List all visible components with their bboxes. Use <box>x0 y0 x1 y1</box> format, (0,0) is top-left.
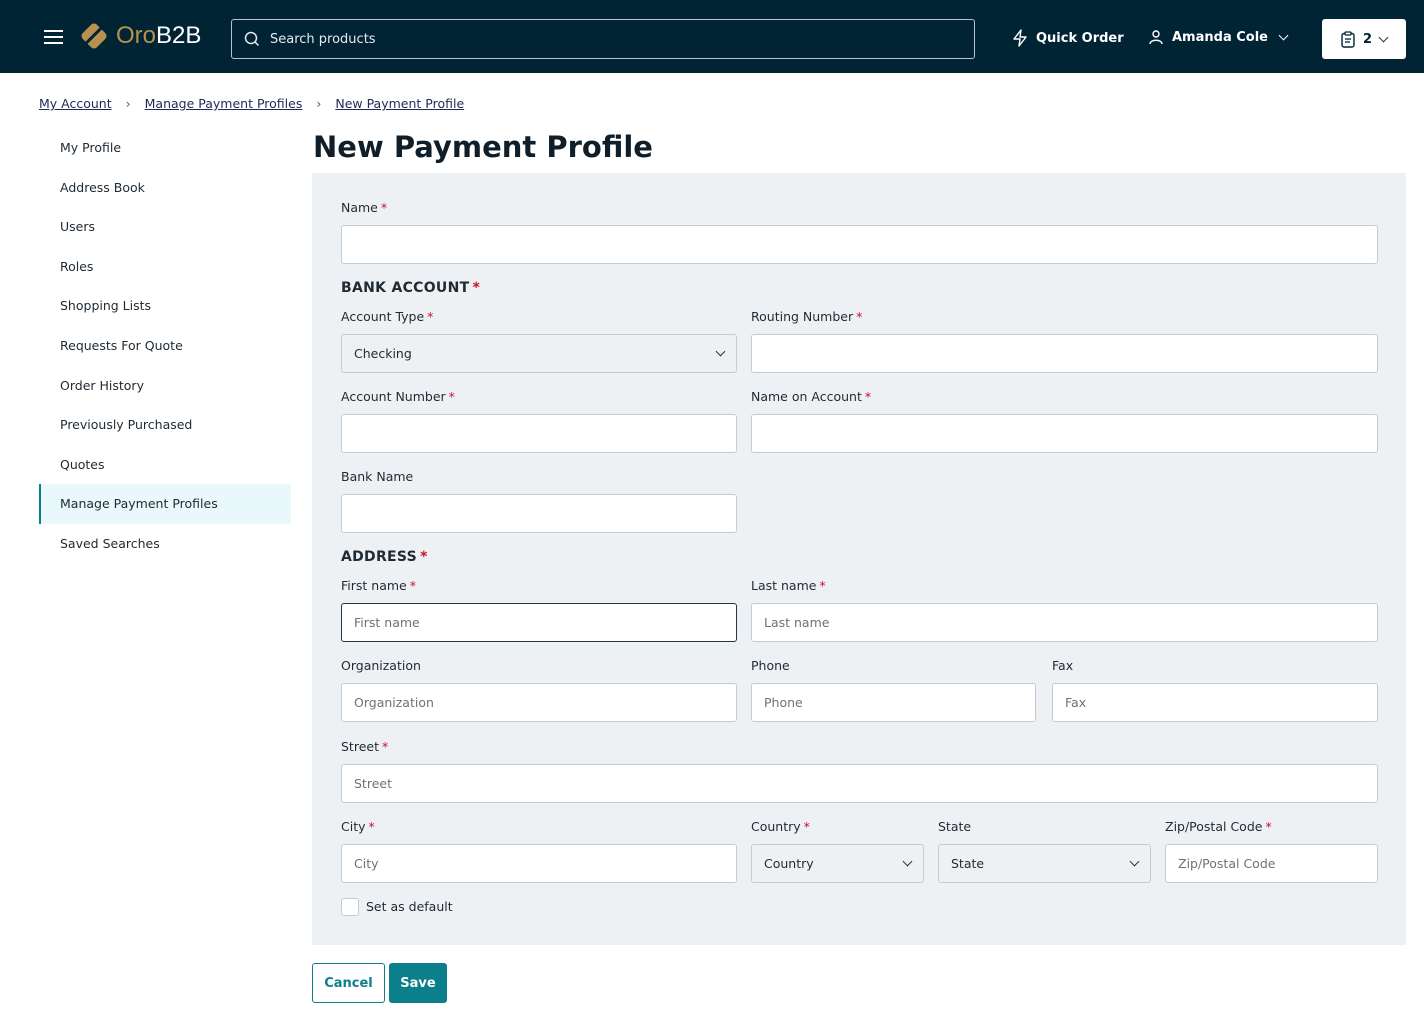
chevron-right-icon: › <box>125 96 131 111</box>
logo-mark-icon <box>79 21 109 51</box>
user-name: Amanda Cole <box>1172 29 1268 45</box>
logo-text-oro: Oro <box>116 22 157 49</box>
street-input[interactable]: Street <box>341 764 1378 803</box>
sidebar-item-roles[interactable]: Roles <box>39 247 291 287</box>
sidebar-item-order-history[interactable]: Order History <box>39 366 291 406</box>
chevron-down-icon <box>1129 856 1140 867</box>
sidebar-item-users[interactable]: Users <box>39 207 291 247</box>
sidebar: My Profile Address Book Users Roles Shop… <box>39 128 291 564</box>
sidebar-item-my-profile[interactable]: My Profile <box>39 128 291 168</box>
chevron-down-icon <box>1278 30 1289 40</box>
account-number-label: Account Number * <box>341 389 455 404</box>
phone-label: Phone <box>751 658 790 673</box>
country-label: Country * <box>751 819 810 834</box>
city-input[interactable]: City <box>341 844 737 883</box>
set-default-checkbox[interactable] <box>341 898 359 916</box>
bank-name-label: Bank Name <box>341 469 414 484</box>
sidebar-item-address-book[interactable]: Address Book <box>39 168 291 208</box>
user-icon <box>1149 30 1163 45</box>
bank-account-heading: BANK ACCOUNT * <box>341 280 481 296</box>
organization-label: Organization <box>341 658 421 673</box>
quick-order-label: Quick Order <box>1036 30 1124 46</box>
shopping-list-button[interactable]: 2 <box>1322 19 1406 59</box>
name-on-account-label: Name on Account * <box>751 389 872 404</box>
chevron-down-icon <box>1378 32 1389 42</box>
cart-count: 2 <box>1362 31 1373 47</box>
name-input[interactable] <box>341 225 1378 264</box>
cancel-button[interactable]: Cancel <box>312 963 385 1003</box>
breadcrumb-my-account[interactable]: My Account <box>39 96 112 111</box>
first-name-label: First name * <box>341 578 416 593</box>
account-type-select[interactable]: Checking <box>341 334 737 373</box>
sidebar-item-saved-searches[interactable]: Saved Searches <box>39 524 291 564</box>
bank-name-input[interactable] <box>341 494 737 533</box>
street-label: Street * <box>341 739 389 754</box>
name-on-account-input[interactable] <box>751 414 1378 453</box>
search-icon <box>244 31 260 47</box>
logo[interactable]: Oro B2B <box>79 21 202 51</box>
sidebar-item-manage-payment-profiles[interactable]: Manage Payment Profiles <box>39 484 291 524</box>
breadcrumb: My Account › Manage Payment Profiles › New… <box>39 96 464 111</box>
routing-number-label: Routing Number * <box>751 309 863 324</box>
sidebar-item-requests-for-quote[interactable]: Requests For Quote <box>39 326 291 366</box>
name-label: Name * <box>341 200 388 215</box>
logo-text-b2b: B2B <box>156 22 202 49</box>
account-number-input[interactable] <box>341 414 737 453</box>
sidebar-item-shopping-lists[interactable]: Shopping Lists <box>39 286 291 326</box>
fax-label: Fax <box>1052 658 1074 673</box>
chevron-down-icon <box>902 856 913 867</box>
top-header: Oro B2B Search products Quick Order Amand… <box>0 0 1424 73</box>
state-label: State <box>938 819 972 834</box>
quick-order-link[interactable]: Quick Order <box>1012 29 1124 47</box>
search-placeholder: Search products <box>270 31 376 47</box>
breadcrumb-manage-payment-profiles[interactable]: Manage Payment Profiles <box>145 96 303 111</box>
sidebar-item-quotes[interactable]: Quotes <box>39 445 291 485</box>
first-name-input[interactable]: First name <box>341 603 737 642</box>
page-title: New Payment Profile <box>313 130 653 164</box>
city-label: City * <box>341 819 375 834</box>
user-menu[interactable]: Amanda Cole <box>1148 29 1289 45</box>
search-input[interactable]: Search products <box>231 19 975 59</box>
country-select[interactable]: Country <box>751 844 924 883</box>
sidebar-item-previously-purchased[interactable]: Previously Purchased <box>39 405 291 445</box>
zip-label: Zip/Postal Code * <box>1165 819 1272 834</box>
menu-icon[interactable] <box>44 30 63 44</box>
last-name-input[interactable]: Last name <box>751 603 1378 642</box>
state-select[interactable]: State <box>938 844 1151 883</box>
clipboard-icon <box>1341 30 1355 48</box>
zip-input[interactable]: Zip/Postal Code <box>1165 844 1378 883</box>
routing-number-input[interactable] <box>751 334 1378 373</box>
fax-input[interactable]: Fax <box>1052 683 1378 722</box>
last-name-label: Last name * <box>751 578 826 593</box>
address-heading: ADDRESS * <box>341 549 428 565</box>
chevron-down-icon <box>715 346 726 357</box>
phone-input[interactable]: Phone <box>751 683 1036 722</box>
lightning-icon <box>1013 29 1027 47</box>
set-default-label[interactable]: Set as default <box>366 899 453 914</box>
account-type-label: Account Type * <box>341 309 434 324</box>
breadcrumb-new-payment-profile[interactable]: New Payment Profile <box>335 96 464 111</box>
organization-input[interactable]: Organization <box>341 683 737 722</box>
save-button[interactable]: Save <box>389 963 447 1003</box>
chevron-right-icon: › <box>316 96 322 111</box>
